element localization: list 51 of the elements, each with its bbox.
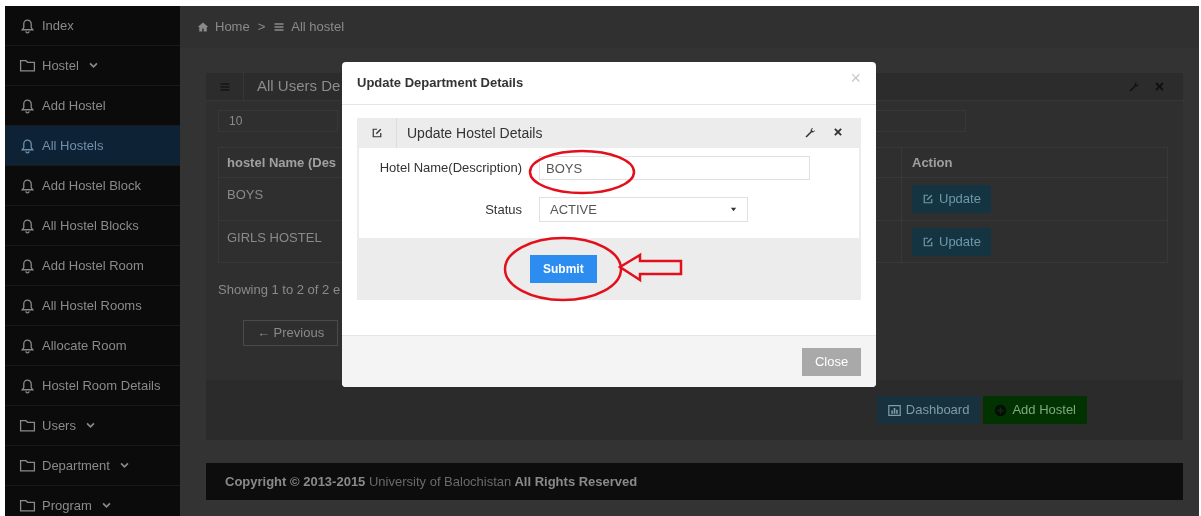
panel-title: All Users De [257, 76, 341, 97]
update-button[interactable]: Update [912, 228, 991, 256]
column-header: hostel Name (Des [226, 154, 338, 173]
folder-icon [19, 417, 36, 434]
table-info-text: Showing 1 to 2 of 2 e [218, 281, 342, 299]
annotation-arrow [617, 252, 683, 283]
update-button[interactable]: Update [912, 185, 991, 213]
university-link[interactable]: University of Balochistan [368, 473, 512, 489]
text-field[interactable]: BOYS [539, 156, 810, 180]
field-label: Status [484, 200, 522, 219]
bell-icon [19, 297, 36, 314]
wrench-icon [1128, 80, 1140, 93]
copyright-text: Copyright © 2013-2015 University of Balochistan All Rights Reserved [225, 472, 638, 491]
previous-button[interactable]: ← Previous [243, 319, 339, 346]
bell-icon [19, 17, 36, 34]
widget-title: Update Hostel Details [407, 123, 543, 143]
sidebar-item[interactable]: All Hostels [5, 126, 180, 166]
edit-icon [922, 236, 934, 248]
page-length-select[interactable]: 10 [218, 110, 338, 132]
bell-icon [19, 137, 36, 154]
table-cell-text: BOYS [226, 186, 265, 204]
bell-icon [19, 217, 36, 234]
dashboard-button[interactable]: Dashboard [876, 396, 981, 424]
add-button[interactable]: Add Hostel [983, 396, 1087, 424]
column-header: Action [901, 148, 1167, 178]
status-select[interactable]: ACTIVE [539, 197, 748, 222]
wrench-icon [804, 127, 816, 139]
field-label: Hotel Name(Description) [378, 159, 522, 178]
dropdown-caret-icon [730, 206, 737, 213]
table-cell-text: GIRLS HOSTEL [226, 229, 323, 247]
modal-title: Update Department Details [357, 74, 524, 93]
folder-icon [19, 57, 36, 74]
submit-button[interactable]: Submit [530, 255, 597, 283]
breadcrumb-link[interactable]: Home [215, 17, 250, 37]
plus-circle-icon [994, 403, 1008, 417]
home-icon [197, 21, 209, 33]
edit-icon [922, 193, 934, 205]
close-icon [833, 127, 843, 137]
bar-chart-icon [887, 403, 901, 417]
bell-icon [19, 377, 36, 394]
bell-icon [19, 257, 36, 274]
bell-icon [19, 177, 36, 194]
bell-icon [19, 97, 36, 114]
close-icon [1154, 80, 1165, 92]
bell-icon [19, 337, 36, 354]
folder-icon [19, 497, 36, 514]
edit-icon [370, 127, 383, 139]
list-icon [273, 21, 286, 33]
breadcrumb-link[interactable]: All hostel [291, 17, 345, 37]
folder-icon [19, 457, 36, 474]
breadcrumb-separator: > [256, 18, 267, 37]
